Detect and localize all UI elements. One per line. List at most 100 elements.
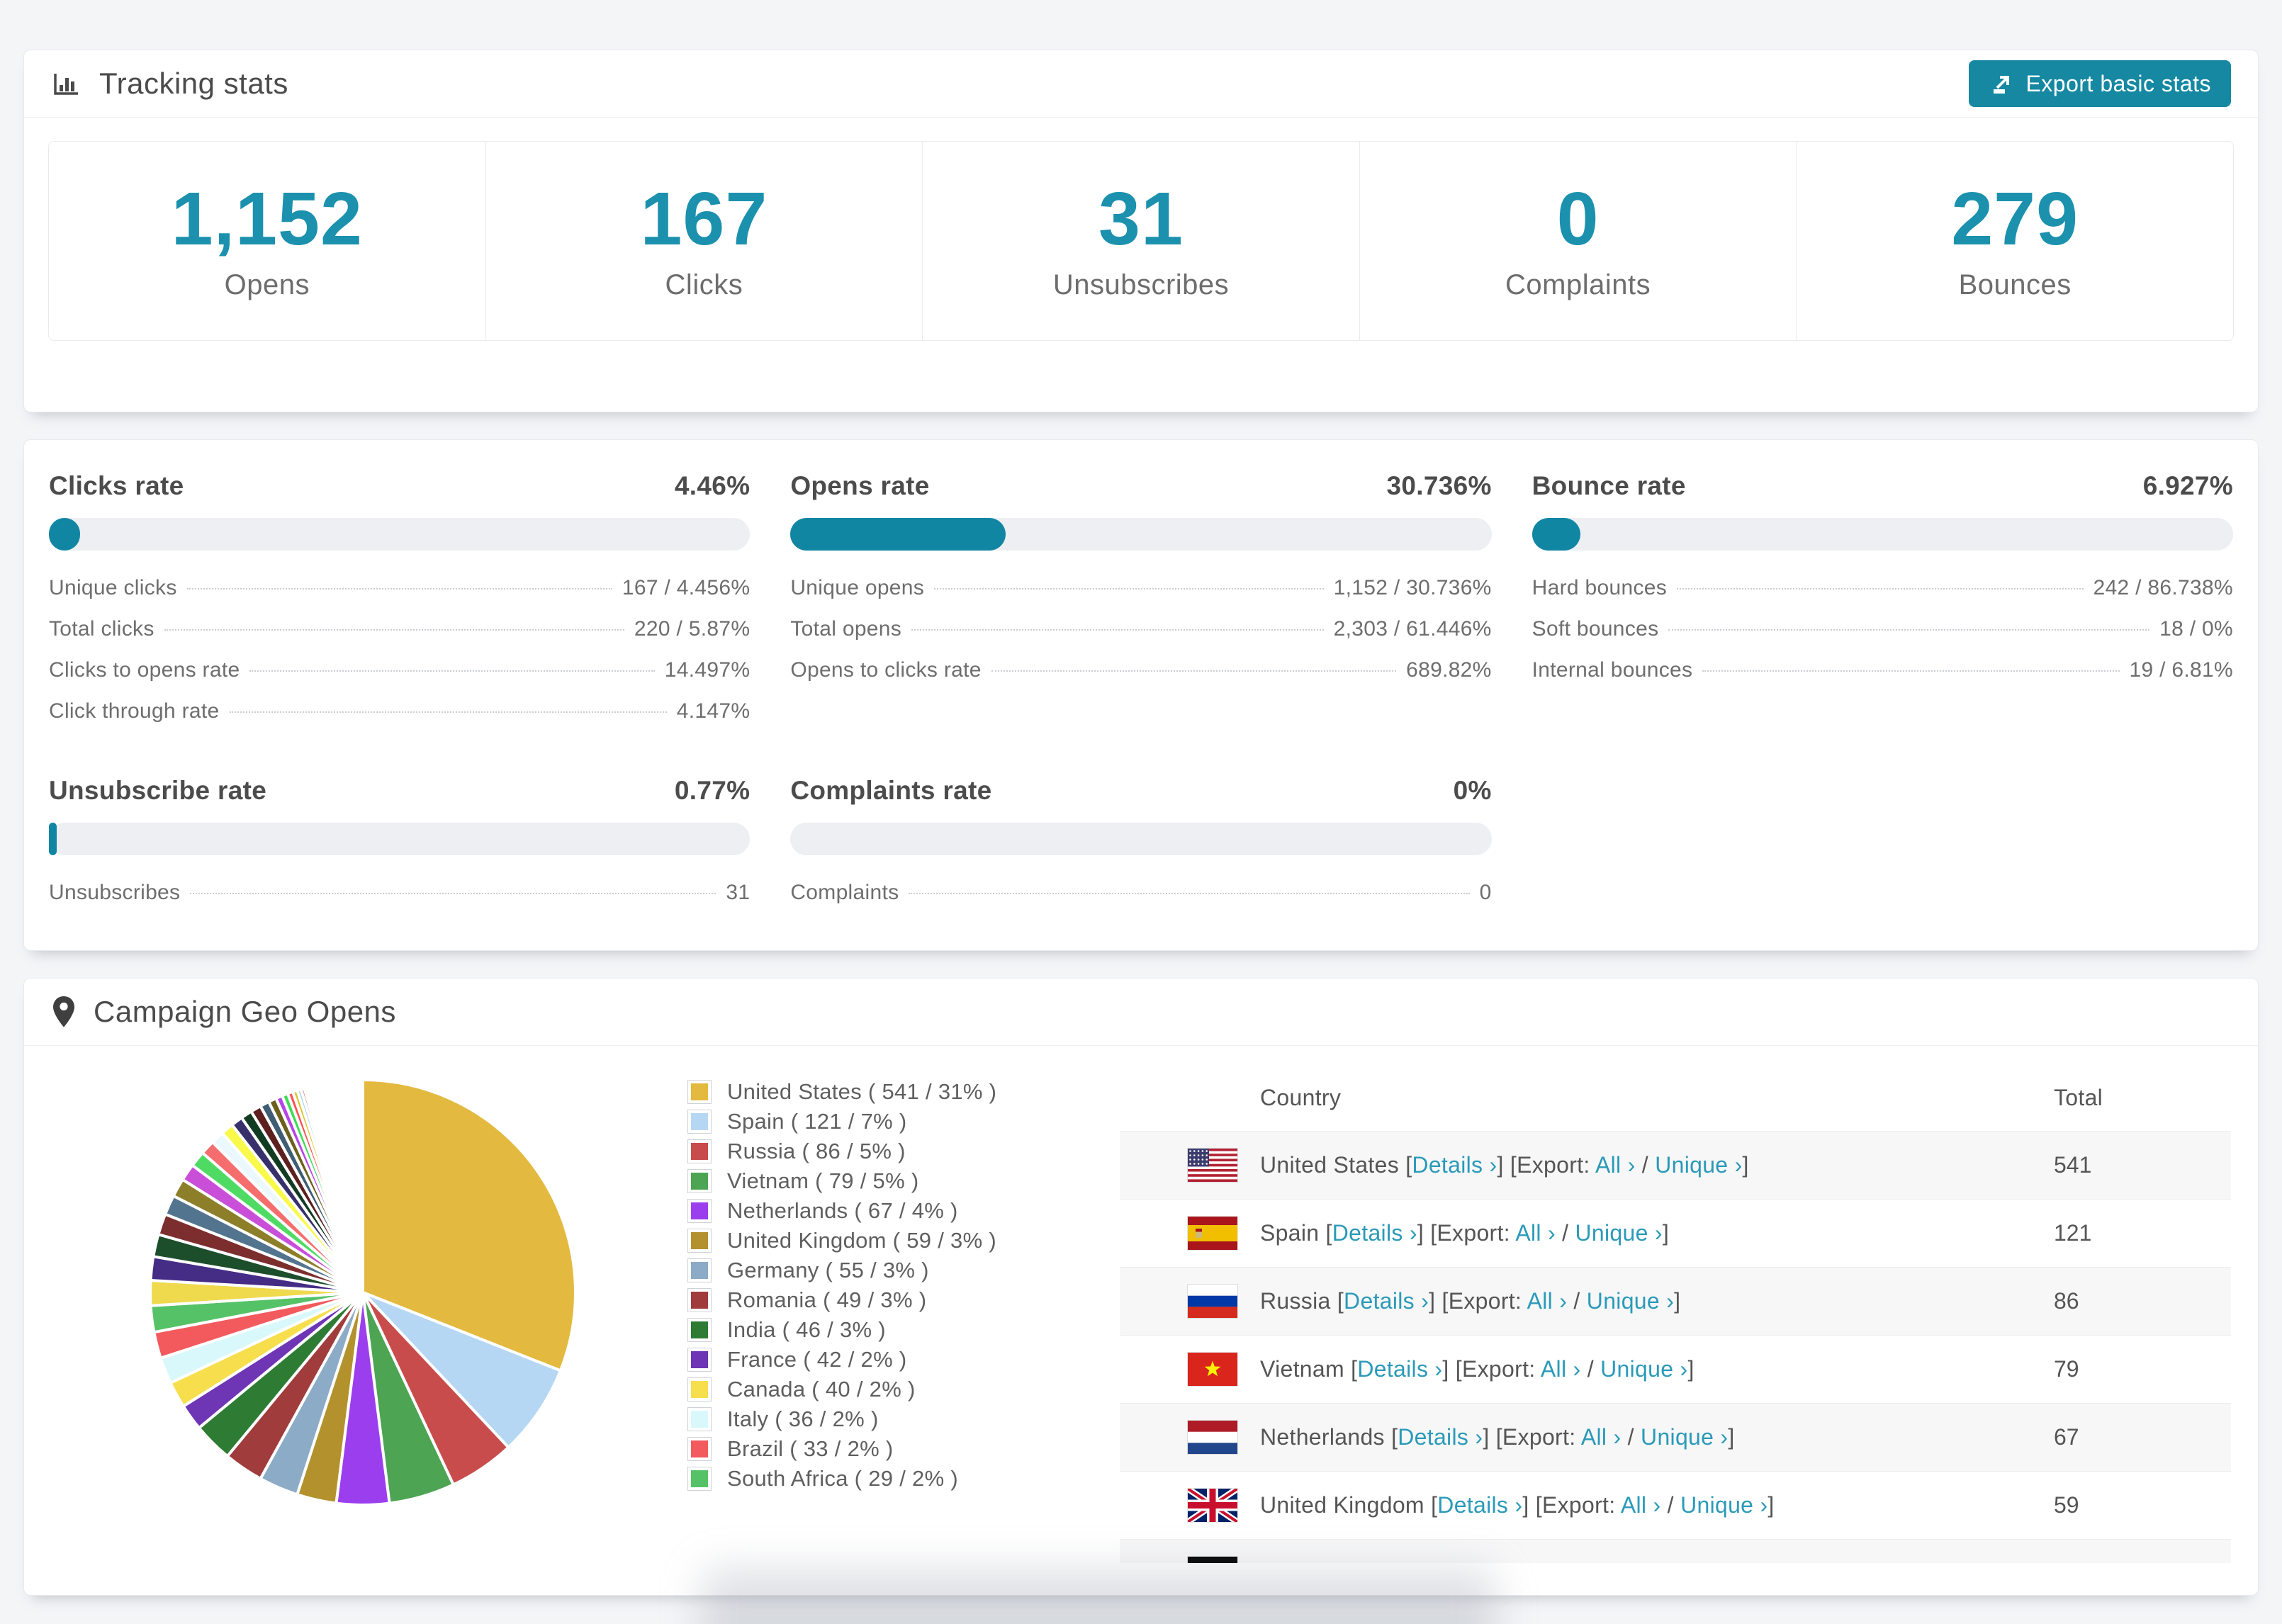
details-link[interactable]: Details › [1398, 1424, 1483, 1450]
geo-content: United States ( 541 / 31% ) Spain ( 121 … [24, 1046, 2258, 1563]
rate-block-bounce-rate: Bounce rate 6.927% Hard bounces 242 / 86… [1531, 471, 2233, 740]
legend-swatch [687, 1110, 712, 1134]
dotted-leader [934, 588, 1324, 590]
export-all-link[interactable]: All › [1527, 1288, 1568, 1314]
dotted-leader [190, 893, 716, 894]
details-link[interactable]: Details › [1412, 1152, 1497, 1178]
export-unique-link[interactable]: Unique › [1587, 1288, 1674, 1314]
rate-title: Clicks rate [49, 471, 184, 500]
details-link[interactable]: Details › [1357, 1356, 1442, 1382]
summary-stat-opens: 1,152 Opens [48, 141, 486, 341]
geo-title: Campaign Geo Opens [94, 995, 396, 1028]
campaign-geo-opens-card: Campaign Geo Opens United States ( 541 /… [23, 978, 2259, 1596]
legend-swatch [687, 1377, 712, 1402]
stat-value: 0 [1556, 176, 1600, 261]
page-title: Tracking stats [99, 67, 288, 100]
details-link[interactable]: Details › [1344, 1288, 1429, 1314]
legend-item-vietnam: Vietnam ( 79 / 5% ) [687, 1166, 1120, 1196]
geo-table-header-row: Country Total [1120, 1066, 2231, 1131]
column-header-total: Total [2054, 1085, 2103, 1111]
legend-swatch [687, 1139, 712, 1163]
summary-stat-bounces: 279 Bounces [1796, 141, 2234, 341]
export-all-link[interactable]: All › [1541, 1356, 1581, 1382]
rate-detail-row-total-clicks: Total clicks 220 / 5.87% [49, 617, 751, 641]
legend-item-romania: Romania ( 49 / 3% ) [687, 1285, 1120, 1315]
country-name: Spain [1260, 1219, 1320, 1246]
progress-bar [1531, 518, 2233, 551]
rates-card: Clicks rate 4.46% Unique clicks 167 / 4.… [23, 439, 2259, 951]
country-name: United Kingdom [1260, 1492, 1424, 1518]
export-unique-link[interactable]: Unique › [1680, 1492, 1767, 1518]
legend-label: Brazil ( 33 / 2% ) [727, 1436, 894, 1461]
stat-value: 31 [1098, 176, 1184, 261]
legend-swatch [687, 1407, 712, 1431]
geo-pie-chart [143, 1073, 583, 1512]
flag-nl-icon [1188, 1420, 1237, 1454]
country-name: Germany [1260, 1560, 1355, 1564]
legend-label: Spain ( 121 / 7% ) [727, 1109, 907, 1134]
column-header-country: Country [1260, 1085, 1342, 1111]
flag-us-icon [1188, 1148, 1237, 1182]
dotted-leader [911, 629, 1324, 631]
export-button-label: Export basic stats [2025, 70, 2211, 96]
geo-table-row-vietnam: Vietnam [Details ›] [Export: All › / Uni… [1120, 1335, 2231, 1403]
export-unique-link[interactable]: Unique › [1655, 1152, 1742, 1178]
legend-item-france: France ( 42 / 2% ) [687, 1345, 1120, 1375]
geo-table: Country Total United States [Details ›] … [1120, 1066, 2231, 1563]
country-name: Vietnam [1260, 1355, 1344, 1382]
geo-table-row-germany: Germany [Details ›] [Export: All › / Uni… [1120, 1539, 2231, 1563]
country-name: United States [1260, 1151, 1400, 1178]
legend-label: United States ( 541 / 31% ) [727, 1079, 997, 1104]
legend-item-spain: Spain ( 121 / 7% ) [687, 1107, 1120, 1137]
summary-stat-unsubscribes: 31 Unsubscribes [922, 141, 1360, 341]
dotted-leader [909, 893, 1470, 894]
dotted-leader [164, 629, 624, 631]
export-all-link[interactable]: All › [1515, 1220, 1556, 1246]
legend-label: Russia ( 86 / 5% ) [727, 1139, 906, 1163]
country-total: 55 [2054, 1539, 2231, 1564]
legend-item-germany: Germany ( 55 / 3% ) [687, 1256, 1120, 1285]
legend-swatch [687, 1229, 712, 1253]
legend-label: Canada ( 40 / 2% ) [727, 1377, 916, 1402]
export-all-link[interactable]: All › [1621, 1492, 1661, 1518]
dotted-leader [1702, 670, 2120, 672]
map-pin-icon [51, 995, 77, 1029]
export-all-link[interactable]: All › [1595, 1152, 1636, 1178]
rate-detail-row-click-through-rate: Click through rate 4.147% [49, 699, 751, 723]
export-basic-stats-button[interactable]: Export basic stats [1969, 60, 2231, 107]
geo-table-row-russia: Russia [Details ›] [Export: All › / Uniq… [1120, 1267, 2231, 1335]
country-name: Russia [1260, 1287, 1331, 1314]
rate-value: 6.927% [2142, 471, 2233, 500]
rate-value: 0.77% [674, 776, 751, 805]
legend-item-netherlands: Netherlands ( 67 / 4% ) [687, 1196, 1120, 1226]
summary-stats-row: 1,152 Opens 167 Clicks 31 Unsubscribes 0… [48, 141, 2234, 341]
export-unique-link[interactable]: Unique › [1600, 1356, 1687, 1382]
export-unique-link[interactable]: Unique › [1575, 1220, 1663, 1246]
legend-item-brazil: Brazil ( 33 / 2% ) [687, 1434, 1120, 1464]
rate-detail-row-complaints: Complaints 0 [790, 881, 1492, 904]
stat-value: 1,152 [171, 176, 363, 261]
legend-swatch [687, 1080, 712, 1104]
export-unique-link[interactable]: Unique › [1641, 1424, 1728, 1450]
dotted-leader [249, 670, 655, 672]
export-all-link[interactable]: All › [1551, 1560, 1592, 1564]
divider [24, 117, 2258, 118]
geo-table-row-united-kingdom: United Kingdom [Details ›] [Export: All … [1120, 1471, 2231, 1539]
legend-item-italy: Italy ( 36 / 2% ) [687, 1404, 1120, 1434]
progress-bar [790, 518, 1492, 551]
rates-grid: Clicks rate 4.46% Unique clicks 167 / 4.… [49, 471, 2233, 922]
legend-swatch [687, 1467, 712, 1491]
export-unique-link[interactable]: Unique › [1611, 1560, 1698, 1564]
legend-label: Germany ( 55 / 3% ) [727, 1258, 929, 1282]
details-link[interactable]: Details › [1368, 1560, 1453, 1564]
rate-detail-row-soft-bounces: Soft bounces 18 / 0% [1531, 617, 2233, 641]
geo-legend: United States ( 541 / 31% ) Spain ( 121 … [687, 1077, 1120, 1563]
summary-stat-clicks: 167 Clicks [485, 141, 923, 341]
details-link[interactable]: Details › [1332, 1220, 1417, 1246]
rate-detail-row-unsubscribes: Unsubscribes 31 [49, 881, 751, 904]
country-total: 79 [2054, 1355, 2079, 1382]
stat-label: Opens [224, 269, 310, 300]
details-link[interactable]: Details › [1437, 1492, 1522, 1518]
export-all-link[interactable]: All › [1581, 1424, 1621, 1450]
legend-item-canada: Canada ( 40 / 2% ) [687, 1375, 1120, 1404]
